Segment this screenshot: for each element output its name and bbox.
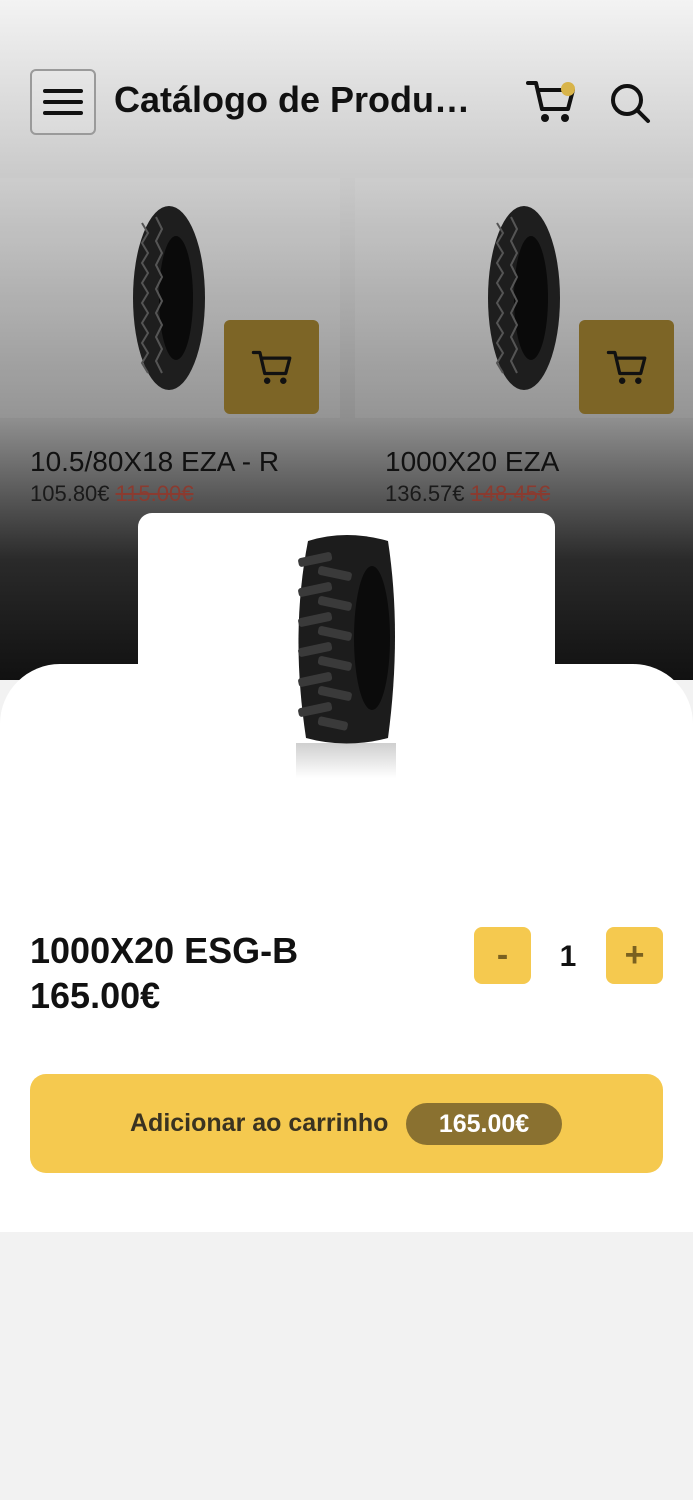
add-to-cart-button[interactable]: [224, 320, 319, 414]
product-name: 1000X20 EZA: [385, 446, 560, 477]
sheet-product-image: [138, 513, 555, 778]
cart-badge: [561, 82, 575, 96]
sheet-product-name: 1000X20 ESG-B: [30, 930, 299, 971]
quantity-value: 1: [559, 940, 577, 973]
product-card[interactable]: 10.5/80X18 EZA - R 105.80€ 115.00€: [0, 178, 340, 508]
tire-image: [296, 535, 396, 778]
app-header: Catálogo de Produtos: [0, 55, 693, 150]
quantity-increase-button[interactable]: +: [606, 927, 663, 984]
sheet-product-price: 165.00€: [30, 975, 161, 1016]
menu-button[interactable]: [30, 69, 96, 135]
search-icon[interactable]: [608, 81, 652, 125]
product-price: 136.57€: [385, 481, 465, 506]
product-old-price: 115.00€: [115, 481, 194, 506]
product-old-price: 148.45€: [470, 481, 551, 506]
add-to-cart-price-badge: 165.00€: [406, 1103, 562, 1145]
tire-image: [488, 206, 560, 390]
cart-icon: [251, 350, 291, 384]
product-price: 105.80€: [30, 481, 110, 506]
quantity-decrease-button[interactable]: -: [474, 927, 531, 984]
product-prices: 105.80€ 115.00€: [30, 481, 193, 507]
product-card[interactable]: 1000X20 EZA 136.57€ 148.45€: [355, 178, 693, 508]
page-title: Catálogo de Produtos: [114, 79, 474, 120]
add-to-cart-label: Adicionar ao carrinho: [130, 1109, 389, 1137]
product-name: 10.5/80X18 EZA - R: [30, 446, 280, 477]
menu-icon: [43, 89, 83, 115]
add-to-cart-main-button[interactable]: Adicionar ao carrinho 165.00€: [30, 1074, 663, 1173]
cart-icon: [606, 350, 646, 384]
tire-image: [133, 206, 205, 390]
product-prices: 136.57€ 148.45€: [385, 481, 550, 507]
add-to-cart-button[interactable]: [579, 320, 674, 414]
